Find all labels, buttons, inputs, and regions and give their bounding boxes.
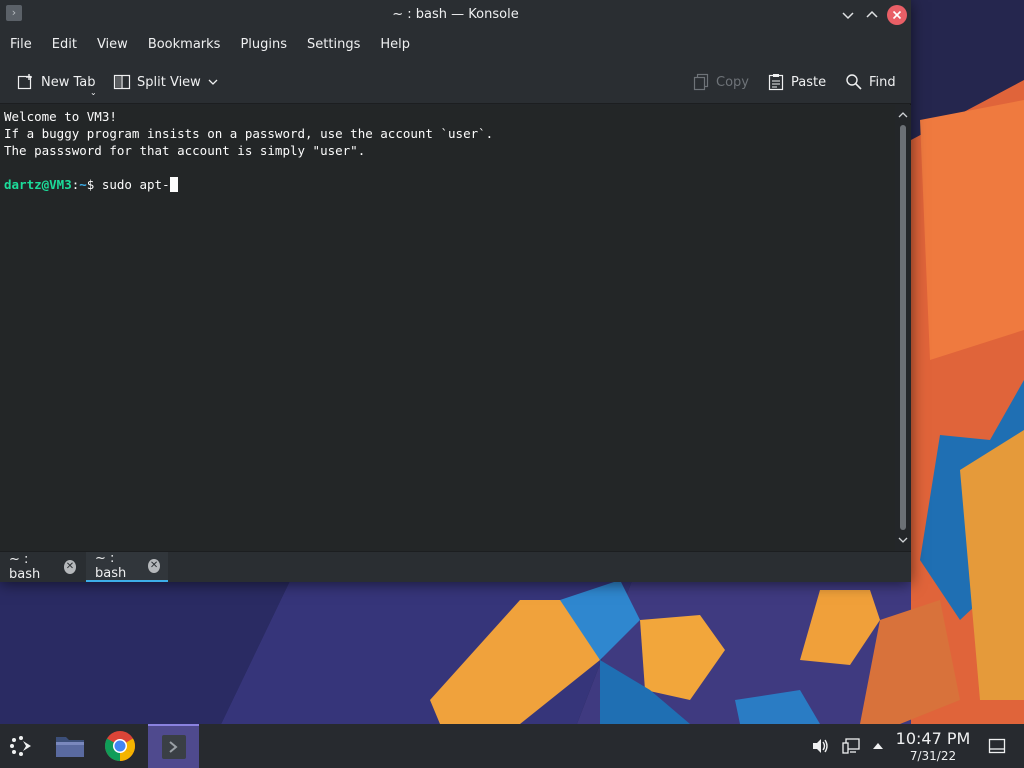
find-button[interactable]: Find [845, 70, 896, 94]
launcher-icon [10, 736, 31, 756]
menu-bookmarks[interactable]: Bookmarks [141, 30, 228, 59]
file-manager-icon [56, 737, 84, 757]
close-icon [892, 10, 902, 20]
minimize-button[interactable] [838, 5, 858, 25]
menu-help[interactable]: Help [373, 30, 417, 59]
chevron-up-icon [866, 10, 878, 18]
volume-icon [813, 739, 828, 753]
system-tray-expand[interactable] [868, 724, 888, 768]
chrome-icon [104, 731, 136, 761]
show-desktop-button[interactable] [982, 724, 1012, 768]
prompt-path: ~ [79, 177, 87, 192]
clock-time: 10:47 PM [895, 729, 971, 748]
terminal-output[interactable]: Welcome to VM3! If a buggy program insis… [0, 105, 895, 551]
tab-bash-2[interactable]: ~ : bash ✕ [86, 551, 168, 582]
volume-tray[interactable] [808, 724, 832, 768]
find-label: Find [869, 74, 896, 90]
copy-label: Copy [716, 74, 749, 90]
window-title: ~ : bash — Konsole [392, 7, 519, 22]
digital-clock[interactable]: 10:47 PM 7/31/22 [893, 729, 973, 763]
close-tab-icon[interactable]: ✕ [63, 560, 76, 574]
terminal-line: The passsword for that account is simply… [4, 143, 366, 158]
network-icon [842, 738, 860, 754]
tab-bar: ~ : bash ✕ ~ : bash ✕ [0, 551, 911, 582]
chevron-up-icon [898, 112, 908, 118]
copy-button[interactable]: Copy [692, 70, 749, 94]
new-tab-icon [17, 73, 35, 91]
split-view-icon [113, 73, 131, 91]
tab-label: ~ : bash [95, 551, 127, 581]
new-tab-button[interactable]: New Tab [17, 70, 96, 94]
show-desktop-icon [988, 738, 1006, 754]
clock-date: 7/31/22 [909, 749, 957, 763]
scroll-down-button[interactable] [895, 533, 911, 547]
tab-bash-1[interactable]: ~ : bash ✕ [0, 552, 84, 582]
taskbar: 10:47 PM 7/31/22 [0, 724, 1024, 768]
network-tray[interactable] [838, 724, 864, 768]
close-tab-icon[interactable]: ✕ [148, 559, 160, 573]
menu-edit[interactable]: Edit [45, 30, 84, 59]
chevron-down-icon [842, 12, 854, 20]
new-tab-label: New Tab [41, 74, 96, 90]
paste-icon [767, 73, 785, 91]
paste-button[interactable]: Paste [767, 70, 826, 94]
tab-label: ~ : bash [9, 552, 41, 582]
terminal-line: Welcome to VM3! [4, 109, 117, 124]
application-launcher[interactable] [0, 724, 44, 768]
search-icon [845, 73, 863, 91]
konsole-task[interactable] [148, 724, 199, 768]
chevron-down-icon [207, 76, 219, 88]
chrome-task[interactable] [98, 724, 142, 768]
new-tab-dropdown-icon[interactable]: ⌄ [90, 88, 97, 97]
vertical-scrollbar[interactable] [895, 105, 911, 551]
close-button[interactable] [887, 5, 907, 25]
konsole-window: › ~ : bash — Konsole File Edit View Book… [0, 0, 911, 582]
maximize-button[interactable] [862, 5, 882, 25]
triangle-up-icon [873, 743, 883, 749]
menu-plugins[interactable]: Plugins [233, 30, 294, 59]
split-view-button[interactable]: Split View [113, 70, 219, 94]
chevron-down-icon [898, 537, 908, 543]
toolbar: New Tab ⌄ Split View Copy Paste Find [0, 59, 911, 104]
menu-bar: File Edit View Bookmarks Plugins Setting… [0, 30, 911, 59]
prompt-symbol: $ [86, 177, 95, 192]
text-cursor [169, 177, 178, 192]
scrollbar-thumb[interactable] [900, 125, 906, 530]
menu-file[interactable]: File [3, 30, 39, 59]
prompt-user: dartz@VM3 [4, 177, 72, 192]
command-prompt[interactable]: dartz@VM3:~$ sudo apt- [4, 176, 891, 193]
menu-view[interactable]: View [90, 30, 135, 59]
title-bar[interactable]: › ~ : bash — Konsole [0, 0, 911, 30]
terminal-line: If a buggy program insists on a password… [4, 126, 494, 141]
scroll-up-button[interactable] [895, 108, 911, 122]
split-view-label: Split View [137, 74, 201, 90]
konsole-icon [161, 735, 186, 759]
paste-label: Paste [791, 74, 827, 90]
file-manager-task[interactable] [48, 724, 92, 768]
menu-settings[interactable]: Settings [300, 30, 367, 59]
command-text: sudo apt- [101, 177, 170, 192]
copy-icon [692, 73, 710, 91]
